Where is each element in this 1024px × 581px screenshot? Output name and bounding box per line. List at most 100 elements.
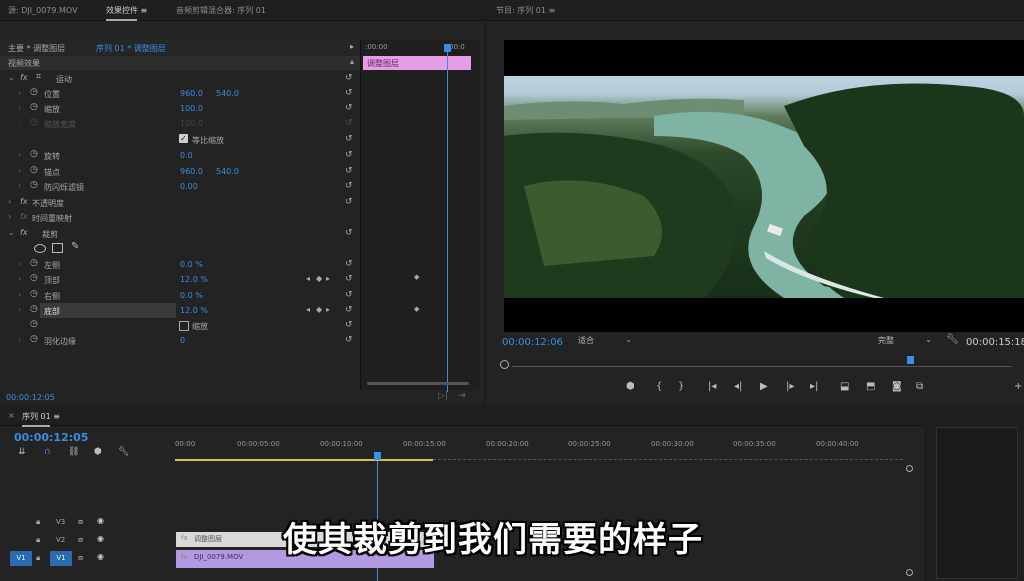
expand-icon[interactable]: › xyxy=(18,290,21,299)
go-to-in-icon[interactable]: |◂ xyxy=(708,381,716,392)
mini-playhead-handle[interactable] xyxy=(444,44,451,52)
source-patch-v1[interactable]: V1 xyxy=(10,551,32,566)
stopwatch-icon[interactable]: ◷ xyxy=(30,319,38,329)
zoom-checkbox[interactable] xyxy=(179,321,189,331)
go-to-out-icon[interactable]: ▸| xyxy=(810,381,818,392)
expand-icon[interactable]: › xyxy=(18,88,21,97)
eye-icon[interactable]: ◉ xyxy=(97,534,104,543)
adjustment-clip-bar[interactable]: 调整图层 xyxy=(363,56,471,70)
next-keyframe-icon[interactable]: ▸ xyxy=(326,305,330,314)
eye-icon[interactable]: ◉ xyxy=(97,552,104,561)
stopwatch-icon[interactable]: ◷ xyxy=(30,289,38,299)
step-back-icon[interactable]: ◂| xyxy=(734,381,742,392)
expand-icon[interactable]: › xyxy=(8,212,11,221)
reset-icon[interactable]: ↺ xyxy=(345,88,353,98)
reset-icon[interactable]: ↺ xyxy=(345,259,353,269)
lock-icon[interactable]: 🔒︎ xyxy=(36,517,40,527)
stopwatch-icon[interactable]: ◷ xyxy=(30,102,38,112)
collapse-icon[interactable]: ▴ xyxy=(350,57,354,66)
filter-icon[interactable]: ▷| xyxy=(438,391,448,401)
add-keyframe-icon[interactable]: ◆ xyxy=(316,305,322,314)
reset-icon[interactable]: ↺ xyxy=(345,290,353,300)
program-timecode[interactable]: 00:00:12:06 xyxy=(502,337,563,348)
transform-icon[interactable]: ⌗ xyxy=(36,72,41,82)
prev-keyframe-icon[interactable]: ◂ xyxy=(306,274,310,283)
lock-icon[interactable]: 🔒︎ xyxy=(36,535,40,545)
master-clip-label[interactable]: 主要 * 调整图层 xyxy=(8,43,65,54)
eye-icon[interactable]: ◉ xyxy=(97,516,104,525)
snap-icon[interactable]: ∩ xyxy=(44,447,51,457)
export-icon[interactable]: ⇥ xyxy=(458,391,466,401)
add-keyframe-icon[interactable]: ◆ xyxy=(316,274,322,283)
extract-icon[interactable]: ⬒ xyxy=(866,381,875,392)
sync-icon[interactable]: ⧈ xyxy=(78,553,83,563)
program-scrub-bar[interactable] xyxy=(500,356,1020,370)
expand-icon[interactable]: › xyxy=(18,259,21,268)
reset-icon[interactable]: ↺ xyxy=(345,274,353,284)
reset-icon[interactable]: ↺ xyxy=(345,166,353,176)
expand-icon[interactable]: › xyxy=(18,181,21,190)
mark-in-icon[interactable]: { xyxy=(656,381,662,392)
add-marker-icon[interactable]: ⬢ xyxy=(626,381,635,392)
sync-icon[interactable]: ⧈ xyxy=(78,535,83,545)
tab-sequence[interactable]: 序列 01 ≡ xyxy=(22,411,60,427)
expand-icon[interactable]: › xyxy=(18,335,21,344)
play-icon[interactable]: ▶ xyxy=(760,381,768,392)
scrub-start-handle[interactable] xyxy=(500,360,509,369)
video-frame[interactable] xyxy=(504,40,1024,332)
work-area-bar[interactable] xyxy=(175,459,433,461)
uniform-scale-checkbox[interactable]: ✓ xyxy=(179,134,188,143)
keyframe-diamond[interactable]: ◆ xyxy=(414,305,419,313)
reset-icon[interactable]: ↺ xyxy=(345,305,353,315)
expand-icon[interactable]: › xyxy=(18,305,21,314)
track-target-v1[interactable]: V1 xyxy=(50,551,72,566)
reset-icon[interactable]: ↺ xyxy=(345,335,353,345)
reset-icon[interactable]: ↺ xyxy=(345,228,353,238)
effect-current-time[interactable]: 00:00:12:05 xyxy=(6,393,55,402)
reset-icon[interactable]: ↺ xyxy=(345,197,353,207)
lift-icon[interactable]: ⬓ xyxy=(840,381,849,392)
stopwatch-icon[interactable]: ◷ xyxy=(30,334,38,344)
compare-icon[interactable]: ⧉ xyxy=(916,381,923,392)
quality-dropdown[interactable]: 完整 ⌄ xyxy=(878,335,936,348)
time-ruler[interactable]: 00:00 00:00:05:00 00:00:10:00 00:00:15:0… xyxy=(175,437,910,461)
expand-icon[interactable]: › xyxy=(18,166,21,175)
reset-icon[interactable]: ↺ xyxy=(345,181,353,191)
lock-icon[interactable]: 🔒︎ xyxy=(36,553,40,563)
reset-icon[interactable]: ↺ xyxy=(345,320,353,330)
program-playhead-handle[interactable] xyxy=(907,356,914,364)
mark-out-icon[interactable]: } xyxy=(678,381,684,392)
stopwatch-icon-active[interactable]: ◷ xyxy=(30,304,38,314)
next-keyframe-icon[interactable]: ▸ xyxy=(326,274,330,283)
expand-icon[interactable]: › xyxy=(8,197,11,206)
camera-icon[interactable]: ◙ xyxy=(892,381,902,392)
vertical-scrollbar[interactable] xyxy=(906,465,913,576)
wrench-icon[interactable]: 🔧︎ xyxy=(946,334,959,345)
play-only-icon[interactable]: ▸ xyxy=(350,42,354,51)
close-icon[interactable]: × xyxy=(8,411,15,420)
stopwatch-icon[interactable]: ◷ xyxy=(30,87,38,97)
timeline-timecode[interactable]: 00:00:12:05 xyxy=(14,431,88,444)
reset-icon[interactable]: ↺ xyxy=(345,103,353,113)
expand-icon[interactable]: › xyxy=(18,150,21,159)
tab-audio-mixer[interactable]: 音频剪辑混合器: 序列 01 xyxy=(176,5,266,16)
prev-keyframe-icon[interactable]: ◂ xyxy=(306,305,310,314)
timeline-playhead-handle[interactable] xyxy=(374,452,381,460)
expand-icon[interactable]: ⌄ xyxy=(8,228,15,237)
marker-icon[interactable]: ⬢ xyxy=(94,447,102,457)
stopwatch-icon[interactable]: ◷ xyxy=(30,258,38,268)
rectangle-mask-icon[interactable] xyxy=(52,243,63,253)
tab-source[interactable]: 源: DJI_0079.MOV xyxy=(8,5,78,16)
fit-dropdown[interactable]: 适合 ⌄ xyxy=(578,335,636,348)
add-button-icon[interactable]: + xyxy=(1014,381,1022,392)
tab-program[interactable]: 节目: 序列 01 ≡ xyxy=(496,5,555,16)
reset-icon[interactable]: ↺ xyxy=(345,150,353,160)
tab-effect-controls[interactable]: 效果控件 ≡ xyxy=(106,5,147,21)
stopwatch-icon[interactable]: ◷ xyxy=(30,165,38,175)
sequence-clip-label[interactable]: 序列 01 * 调整图层 xyxy=(96,43,166,54)
mini-scrollbar[interactable] xyxy=(367,382,469,385)
nest-icon[interactable]: ⇊ xyxy=(18,447,26,457)
expand-icon[interactable]: ⌄ xyxy=(8,73,15,82)
wrench-icon[interactable]: 🔧︎ xyxy=(118,447,129,457)
expand-icon[interactable]: › xyxy=(18,274,21,283)
